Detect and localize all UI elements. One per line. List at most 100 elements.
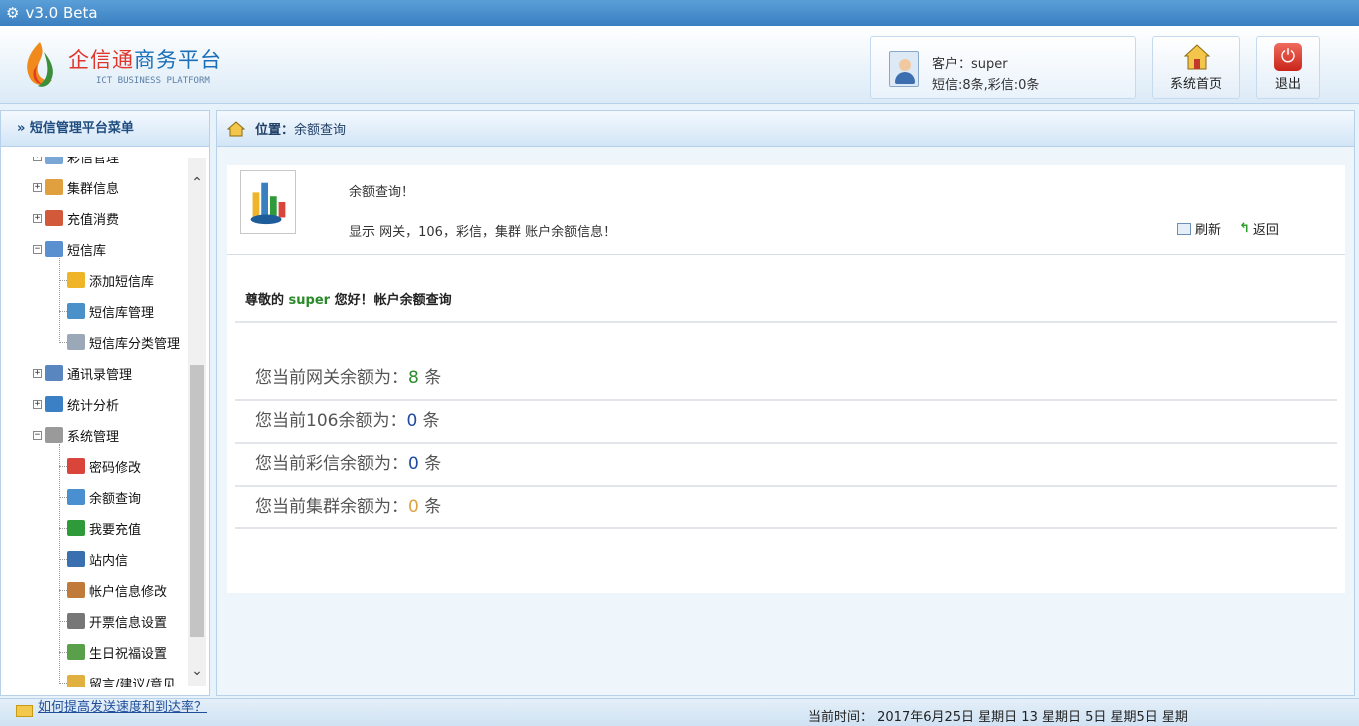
sidebar-item-13[interactable]: 站内信 [67, 548, 128, 570]
sidebar-item-1[interactable]: + 集群信息 [33, 176, 119, 198]
sidebar-item-label: 添加短信库 [89, 274, 155, 290]
menu-item-icon [45, 210, 63, 226]
sidebar-item-label: 我要充值 [89, 522, 142, 538]
brand-logo: 企信通商务平台 ICT BUSINESS PLATFORM [22, 40, 222, 90]
tree-connector [59, 280, 67, 281]
collapse-toggle-icon[interactable]: − [33, 430, 42, 440]
tree-connector [59, 258, 60, 343]
sidebar-item-10[interactable]: 密码修改 [67, 455, 141, 477]
brand-subtitle: ICT BUSINESS PLATFORM [96, 76, 210, 86]
sidebar-item-16[interactable]: 生日祝福设置 [67, 641, 167, 663]
app-header: 企信通商务平台 ICT BUSINESS PLATFORM 客户：super 短… [0, 26, 1359, 104]
status-bar: 如何提高发送速度和到达率？ 当前时间： 2017年6月25日 星期日 13 星期… [0, 698, 1359, 726]
collapse-toggle-icon[interactable]: − [33, 244, 42, 254]
sidebar-item-14[interactable]: 帐户信息修改 [67, 579, 167, 601]
expand-toggle-icon[interactable]: + [33, 182, 42, 192]
scroll-up-arrow-icon[interactable]: ⌃ [188, 172, 206, 194]
mail-icon [16, 705, 33, 717]
help-link[interactable]: 如何提高发送速度和到达率？ [38, 696, 207, 715]
menu-item-icon [67, 303, 85, 319]
sidebar-item-label: 集群信息 [67, 181, 120, 197]
user-contact-icon [889, 51, 919, 87]
menu-item-icon [45, 179, 63, 195]
expand-toggle-icon[interactable]: + [33, 157, 42, 161]
sidebar-item-label: 开票信息设置 [89, 615, 168, 631]
tree-connector [59, 311, 67, 312]
menu-item-icon [67, 458, 85, 474]
menu-item-icon [67, 582, 85, 598]
sidebar-item-7[interactable]: + 通讯录管理 [33, 362, 132, 384]
sidebar-item-label: 充值消费 [67, 212, 120, 228]
refresh-icon [1177, 222, 1191, 235]
gear-icon: ⚙ [6, 4, 20, 22]
scroll-thumb[interactable] [190, 365, 204, 637]
menu-item-icon [67, 675, 85, 687]
tree-connector [59, 528, 67, 529]
home-small-icon [227, 120, 245, 136]
106-balance-row: 您当前106余额为：0 条 [255, 411, 440, 431]
back-button[interactable]: ↰ 返回 [1239, 219, 1279, 238]
tree-connector [59, 652, 67, 653]
window-title: v3.0 Beta [25, 4, 98, 22]
menu-item-icon [67, 520, 85, 536]
divider [235, 399, 1337, 401]
sidebar-item-15[interactable]: 开票信息设置 [67, 610, 167, 632]
menu-item-icon [45, 396, 63, 412]
sidebar-item-label: 生日祝福设置 [89, 646, 168, 662]
sidebar-item-5[interactable]: 短信库管理 [67, 300, 154, 322]
divider [235, 442, 1337, 444]
tree-connector [59, 466, 67, 467]
sidebar-title: » 短信管理平台菜单 [1, 111, 209, 147]
sidebar-item-6[interactable]: 短信库分类管理 [67, 331, 180, 353]
menu-item-icon [67, 489, 85, 505]
refresh-button[interactable]: 刷新 [1177, 219, 1221, 238]
balance-panel: 余额查询！ 显示 网关，106，彩信，集群 账户余额信息！ 刷新 ↰ 返回 尊敬… [227, 165, 1345, 593]
sidebar-item-4[interactable]: 添加短信库 [67, 269, 154, 291]
gateway-balance-row: 您当前网关余额为：8 条 [255, 368, 442, 388]
sidebar-item-11[interactable]: 余额查询 [67, 486, 141, 508]
sidebar-item-label: 余额查询 [89, 491, 142, 507]
tree-connector [59, 559, 67, 560]
greeting: 尊敬的 super 您好！帐户余额查询 [245, 293, 452, 308]
breadcrumb-label: 位置： [255, 123, 295, 138]
expand-toggle-icon[interactable]: + [33, 399, 42, 409]
sidebar-item-label: 短信库分类管理 [89, 336, 181, 352]
scroll-down-arrow-icon[interactable]: ⌄ [188, 660, 206, 682]
brand-name: 企信通商务平台 [68, 48, 222, 72]
menu-item-icon [45, 157, 63, 164]
sidebar-item-17[interactable]: 留言/建议/意见 [67, 672, 176, 687]
sidebar-item-8[interactable]: + 统计分析 [33, 393, 119, 415]
mms-balance-value: 0 [408, 454, 419, 474]
tree-connector [59, 342, 67, 343]
sidebar-item-0[interactable]: + 彩信管理 [33, 157, 119, 167]
tree-connector [59, 621, 67, 622]
expand-toggle-icon[interactable]: + [33, 368, 42, 378]
gateway-balance-value: 8 [408, 368, 419, 388]
expand-toggle-icon[interactable]: + [33, 213, 42, 223]
sidebar-menu: » 短信管理平台菜单 + 彩信管理 + 集群信息 + 充值消费 − 短信库添加短信库短信库管理… [0, 110, 210, 696]
menu-item-icon [45, 427, 63, 443]
menu-item-icon [67, 551, 85, 567]
menu-tree: + 彩信管理 + 集群信息 + 充值消费 − 短信库添加短信库短信库管理短信库分类管理 + 通讯录… [1, 157, 189, 687]
sidebar-item-label: 统计分析 [67, 398, 120, 414]
chart-report-icon [240, 170, 296, 234]
sidebar-item-3[interactable]: − 短信库 [33, 238, 106, 260]
house-icon [1184, 44, 1210, 70]
customer-name: 客户：super [932, 57, 1008, 72]
sidebar-item-9[interactable]: − 系统管理 [33, 424, 119, 446]
divider [235, 485, 1337, 487]
quota-summary: 短信:8条,彩信:0条 [932, 78, 1040, 93]
tree-connector [59, 444, 60, 684]
sidebar-scrollbar[interactable]: ⌃ ⌄ [188, 158, 206, 686]
tree-connector [59, 683, 67, 684]
cluster-balance-value: 0 [408, 497, 419, 517]
sidebar-item-12[interactable]: 我要充值 [67, 517, 141, 539]
106-balance-value: 0 [406, 411, 418, 431]
back-arrow-icon: ↰ [1239, 221, 1250, 236]
sidebar-item-2[interactable]: + 充值消费 [33, 207, 119, 229]
menu-item-icon [45, 365, 63, 381]
info-description: 显示 网关，106，彩信，集群 账户余额信息！ [349, 225, 617, 240]
exit-button[interactable]: ⏻ 退出 [1256, 36, 1320, 99]
system-home-button[interactable]: 系统首页 [1152, 36, 1240, 99]
menu-item-icon [67, 644, 85, 660]
